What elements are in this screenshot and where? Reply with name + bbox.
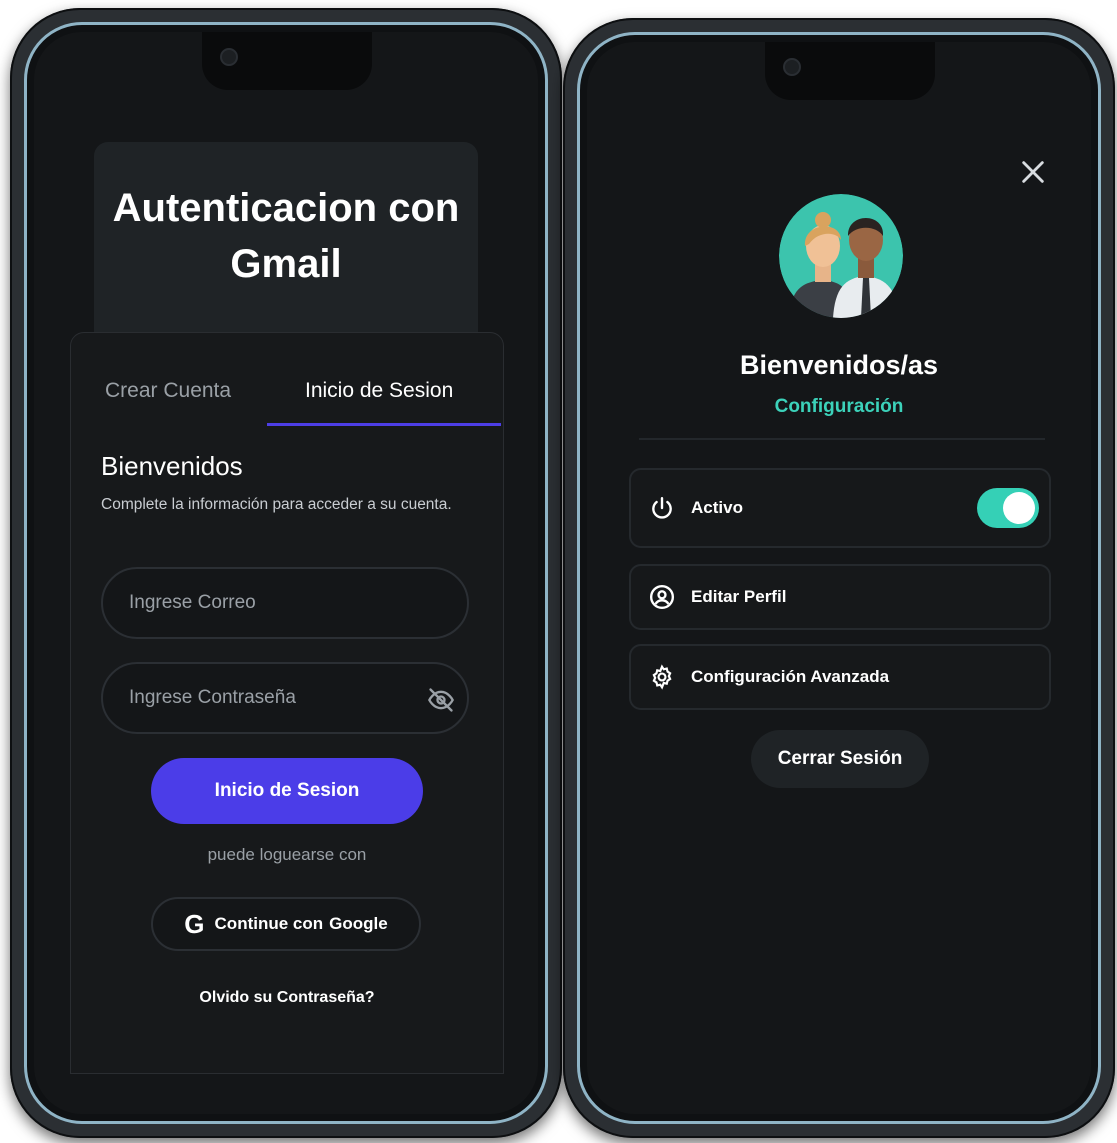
user-circle-icon [649, 584, 675, 610]
logout-button[interactable]: Cerrar Sesión [751, 730, 929, 788]
toggle-knob [1003, 492, 1035, 524]
alt-login-text: puede loguearse con [207, 845, 367, 864]
divider [639, 438, 1045, 440]
tab-create-account[interactable]: Crear Cuenta [105, 379, 231, 403]
camera-icon [783, 58, 801, 76]
google-icon: G [184, 908, 205, 939]
page-title: Autenticacion con Gmail [112, 186, 460, 286]
settings-link[interactable]: Configuración [587, 396, 1091, 418]
menu-item-label: Editar Perfil [691, 587, 787, 606]
welcome-title: Bienvenidos [101, 451, 243, 481]
close-icon[interactable] [1019, 158, 1047, 186]
eye-off-icon[interactable] [427, 686, 455, 714]
greeting-title: Bienvenidos/as [739, 350, 939, 380]
auth-tabs: Crear Cuenta Inicio de Sesion [71, 333, 503, 427]
auth-panel: Crear Cuenta Inicio de Sesion Bienvenido… [70, 332, 504, 1074]
profile-screen: Bienvenidos/as Configuración Activo Edit… [587, 42, 1091, 1114]
forgot-password-link[interactable]: Olvido su Contraseña? [71, 989, 503, 1007]
menu-item-edit-profile[interactable]: Editar Perfil [629, 564, 1051, 630]
active-tab-indicator [267, 423, 501, 426]
phone-notch [765, 42, 935, 100]
active-toggle[interactable] [977, 488, 1039, 528]
menu-item-advanced-settings[interactable]: Configuración Avanzada [629, 644, 1051, 710]
phone-frame-profile: Bienvenidos/as Configuración Activo Edit… [563, 18, 1115, 1138]
gear-icon [652, 664, 672, 690]
password-placeholder: Ingrese Contraseña [129, 687, 296, 708]
password-field[interactable]: Ingrese Contraseña [101, 662, 469, 734]
avatar [779, 194, 903, 318]
users-avatar-icon [779, 194, 903, 318]
menu-item-label: Activo [691, 498, 743, 517]
email-placeholder: Ingrese Correo [129, 592, 256, 613]
email-field[interactable]: Ingrese Correo [101, 567, 469, 639]
camera-icon [220, 48, 238, 66]
google-button-provider: Google [329, 914, 388, 933]
title-card: Autenticacion con Gmail [94, 142, 478, 362]
phone-notch [202, 32, 372, 90]
welcome-subtitle: Complete la información para acceder a s… [101, 496, 452, 513]
google-button-prefix: Continue con [214, 914, 324, 933]
menu-item-label: Configuración Avanzada [691, 667, 890, 686]
login-button[interactable]: Inicio de Sesion [151, 758, 423, 824]
phone-frame-login: Autenticacion con Gmail Crear Cuenta Ini… [10, 8, 562, 1138]
tab-login[interactable]: Inicio de Sesion [305, 379, 453, 403]
menu-item-active: Activo [629, 468, 1051, 548]
google-login-button[interactable]: G Continue con Google [151, 897, 421, 951]
login-screen: Autenticacion con Gmail Crear Cuenta Ini… [34, 32, 538, 1114]
power-icon [652, 497, 672, 519]
